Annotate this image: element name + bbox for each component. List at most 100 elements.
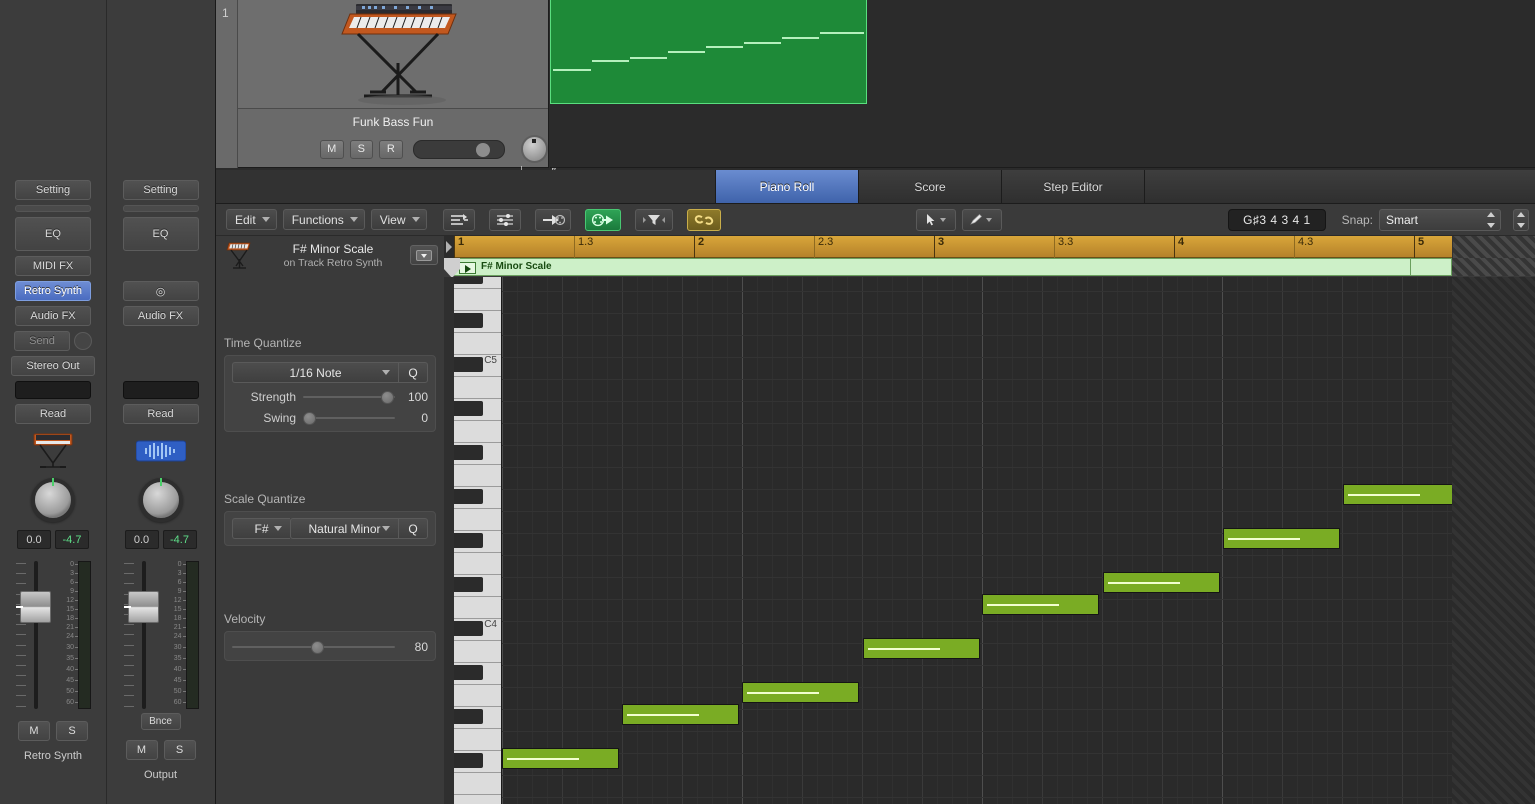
pan-knob-2[interactable] (138, 478, 183, 522)
piano-key-black[interactable] (454, 753, 483, 768)
midi-note[interactable] (502, 748, 619, 769)
zoom-stepper[interactable] (1513, 208, 1529, 231)
volume-fader-2[interactable] (120, 561, 164, 709)
automation-mode-2[interactable]: Read (122, 404, 199, 424)
scale-quantize-q-button[interactable]: Q (398, 518, 428, 539)
piano-key-white[interactable] (454, 289, 501, 311)
audio-fx-slot-2[interactable]: Audio FX (122, 306, 199, 326)
swing-slider[interactable] (303, 412, 395, 425)
piano-key-black[interactable] (454, 533, 483, 548)
solo-button-2[interactable]: S (163, 740, 196, 760)
track-pan-knob[interactable]: L R (520, 135, 557, 173)
volume-value-1[interactable]: -4.7 (55, 530, 89, 549)
scale-type-select[interactable]: Natural Minor (290, 518, 398, 539)
region-disclosure-button[interactable] (410, 245, 438, 265)
midi-fx-slot-1[interactable]: MIDI FX (15, 256, 91, 276)
piano-keyboard[interactable]: C5 C4 (454, 277, 502, 804)
midi-region-funk-bass-fun[interactable] (550, 0, 867, 104)
midi-note[interactable] (863, 638, 980, 659)
piano-key-white[interactable] (454, 641, 501, 663)
piano-key-white[interactable] (454, 597, 501, 619)
piano-key-black[interactable] (454, 277, 483, 284)
link-icon[interactable] (686, 208, 721, 231)
strength-slider[interactable] (303, 391, 395, 404)
list-view-icon[interactable] (442, 208, 475, 231)
midi-note[interactable] (1223, 528, 1340, 549)
setting-button-1[interactable]: Setting (15, 180, 91, 200)
velocity-slider-knob[interactable] (311, 641, 325, 654)
pointer-tool-icon[interactable] (916, 208, 957, 231)
piano-key-white[interactable] (454, 795, 501, 804)
piano-key-black[interactable] (454, 621, 483, 636)
track-solo-button[interactable]: S (349, 139, 374, 159)
track-mute-button[interactable]: M (320, 139, 344, 159)
volume-fader-1[interactable] (12, 561, 56, 709)
output-slot-1[interactable]: Stereo Out (11, 356, 95, 376)
piano-key-white[interactable] (454, 553, 501, 575)
piano-key-black[interactable] (454, 445, 483, 460)
track-header[interactable]: 1 Funk Bass Fun M S R (216, 0, 557, 173)
swing-slider-knob[interactable] (303, 412, 316, 425)
piano-key-white[interactable] (454, 421, 501, 443)
volume-value-2[interactable]: -4.7 (162, 530, 197, 549)
functions-menu-button[interactable]: Functions (282, 209, 365, 230)
group-slot-2[interactable] (122, 381, 199, 399)
channel-name-1[interactable]: Retro Synth (0, 750, 106, 762)
bounce-button[interactable]: Bnce (140, 713, 181, 730)
time-quantize-select[interactable]: 1/16 Note (232, 362, 398, 383)
instrument-slot-1[interactable]: Retro Synth (15, 281, 91, 301)
midi-thru-icon[interactable] (584, 208, 621, 231)
snap-select[interactable]: Smart (1379, 208, 1501, 231)
midi-note[interactable] (982, 594, 1099, 615)
scale-key-select[interactable]: F# (232, 518, 290, 539)
tab-piano-roll[interactable]: Piano Roll (716, 170, 859, 203)
piano-key-white[interactable] (454, 729, 501, 751)
view-menu-button[interactable]: View (370, 209, 427, 230)
midi-note[interactable] (1343, 484, 1460, 505)
piano-key-white[interactable] (454, 333, 501, 355)
fader-handle-1[interactable] (16, 591, 51, 623)
group-slot-1[interactable] (15, 381, 91, 399)
strength-slider-knob[interactable] (381, 391, 394, 404)
midi-note[interactable] (1103, 572, 1220, 593)
solo-button-1[interactable]: S (56, 721, 88, 741)
send-slot-1[interactable]: Send (14, 331, 70, 351)
edit-menu-button[interactable]: Edit (226, 209, 277, 230)
setting-button-2[interactable]: Setting (122, 180, 199, 200)
mute-button-1[interactable]: M (18, 721, 50, 741)
piano-key-black[interactable] (454, 709, 483, 724)
stereo-link-slot-2[interactable]: ◎ (122, 281, 199, 301)
piano-key-white[interactable] (454, 377, 501, 399)
piano-key-black[interactable] (454, 401, 483, 416)
piano-key-white[interactable] (454, 685, 501, 707)
piano-key-black[interactable] (454, 313, 483, 328)
piano-key-white[interactable] (454, 773, 501, 795)
note-position-display[interactable]: G♯3 4 3 4 1 (1228, 208, 1326, 231)
track-volume-slider[interactable] (412, 139, 505, 159)
pan-knob-1[interactable] (31, 478, 75, 522)
piano-key-black[interactable] (454, 665, 483, 680)
arrange-lane[interactable] (550, 0, 1535, 168)
eq-slot-1[interactable]: EQ (15, 217, 91, 251)
track-name[interactable]: Funk Bass Fun (238, 109, 548, 129)
piano-key-black[interactable] (454, 357, 483, 372)
automation-mode-1[interactable]: Read (15, 404, 91, 424)
funnel-filter-icon[interactable] (634, 208, 673, 231)
velocity-slider[interactable] (232, 641, 395, 654)
channel-name-2[interactable]: Output (107, 769, 214, 781)
pan-value-2[interactable]: 0.0 (124, 530, 159, 549)
tab-score[interactable]: Score (859, 170, 1002, 203)
piano-key-black[interactable] (454, 489, 483, 504)
midi-note[interactable] (742, 682, 859, 703)
piano-key-white[interactable] (454, 465, 501, 487)
note-grid[interactable] (502, 277, 1535, 804)
piano-key-white[interactable] (454, 509, 501, 531)
pencil-tool-icon[interactable] (962, 208, 1003, 231)
automation-sliders-icon[interactable] (488, 208, 521, 231)
bar-ruler[interactable]: 1 1.3 2 2.3 3 3.3 4 4.3 5 (444, 236, 1535, 258)
mute-button-2[interactable]: M (125, 740, 158, 760)
tab-step-editor[interactable]: Step Editor (1002, 170, 1145, 203)
midi-note[interactable] (622, 704, 739, 725)
eq-slot-2[interactable]: EQ (122, 217, 199, 251)
send-level-knob-1[interactable] (74, 332, 92, 350)
